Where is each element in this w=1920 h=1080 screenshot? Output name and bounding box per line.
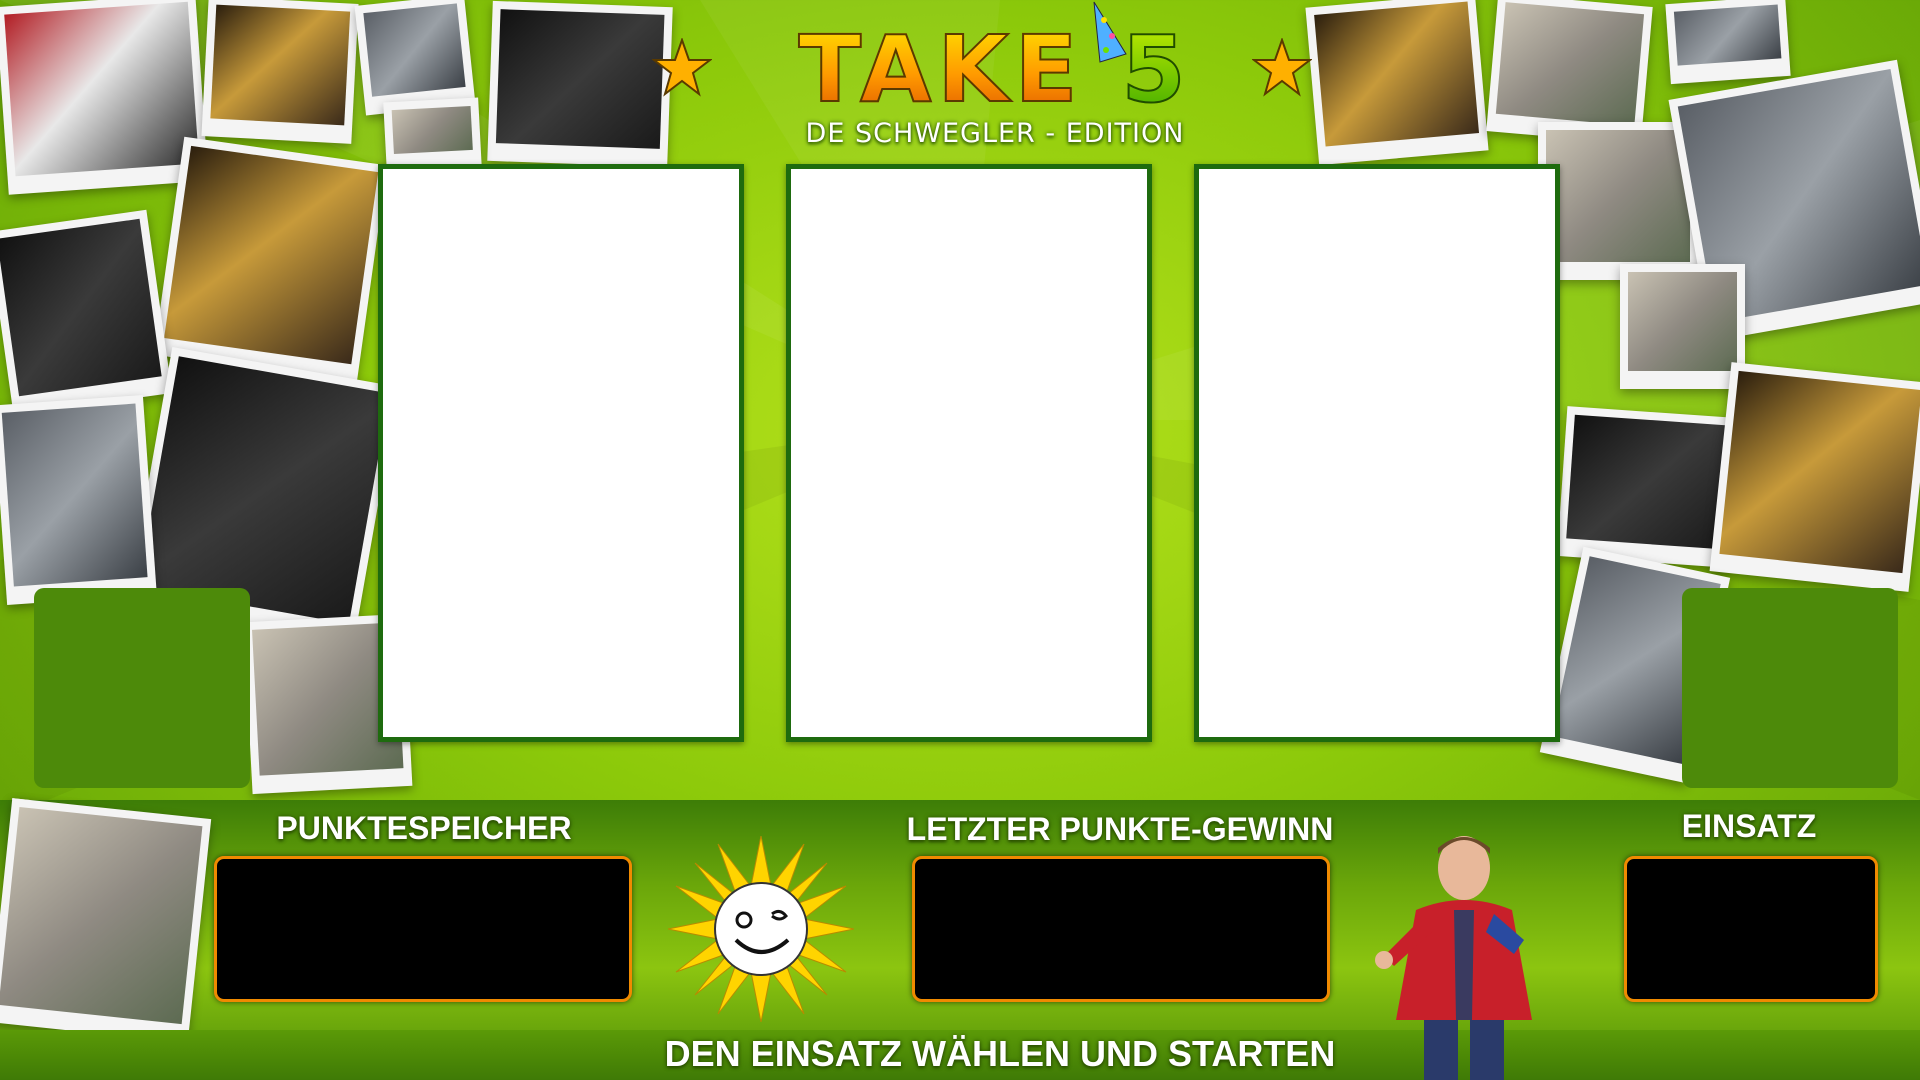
collage-photo [0,0,209,195]
game-subtitle: DE SCHWEGLER - EDITION [805,118,1185,149]
last-win-label: LETZTER PUNKTE-GEWINN [906,811,1334,847]
star-icon [652,38,712,97]
collage-photo [383,97,482,173]
reel-1[interactable] [378,164,744,742]
collage-photo [153,136,388,384]
collage-photo [0,798,212,1043]
collage-photo [1620,264,1745,389]
start-instruction: DEN EINSATZ WÄHLEN UND STARTEN [664,1033,1336,1074]
right-side-panel [1682,588,1898,788]
points-storage-label: PUNKTESPEICHER [276,810,572,846]
star-icon [1252,38,1312,97]
points-storage-display [214,856,632,1002]
left-side-panel [34,588,250,788]
collage-photo [201,0,359,144]
title-number: 5 [1120,16,1192,123]
collage-photo [1305,0,1489,166]
collage-photo [0,395,157,605]
collage-photo [487,0,673,168]
reel-2[interactable] [786,164,1152,742]
collage-photo [1665,0,1791,85]
game-title: TAKE 5 [760,21,1230,119]
stake-label: EINSATZ [1681,808,1817,844]
title-text: TAKE [798,16,1084,123]
collage-photo [1709,362,1920,592]
collage-photo [1538,122,1698,280]
sun-mascot-icon [668,836,854,1022]
last-win-display [912,856,1330,1002]
collage-photo [0,209,173,416]
stake-display[interactable] [1624,856,1878,1002]
party-hat-icon [1093,1,1127,63]
reel-3[interactable] [1194,164,1560,742]
